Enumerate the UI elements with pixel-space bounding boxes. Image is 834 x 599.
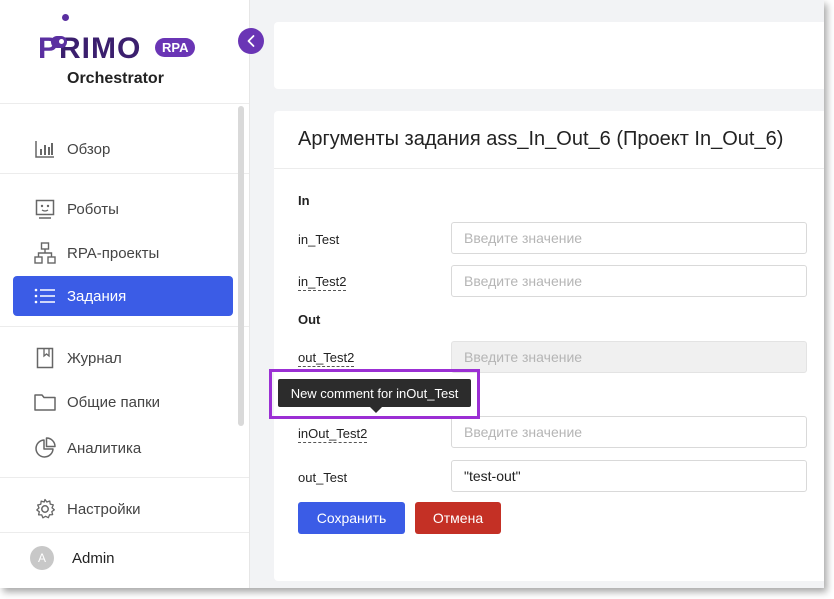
section-out-heading: Out <box>298 312 321 327</box>
robot-icon <box>33 197 57 221</box>
bar-chart-icon <box>33 137 57 161</box>
list-icon <box>33 284 57 308</box>
sidebar-item-label: Общие папки <box>67 393 161 411</box>
in-test-input[interactable] <box>451 222 807 254</box>
chevron-left-icon <box>247 35 255 47</box>
user-menu[interactable]: A Admin <box>30 546 115 570</box>
sidebar-item-analytics[interactable]: Аналитика <box>13 428 233 468</box>
sidebar-item-shared-folders[interactable]: Общие папки <box>13 382 233 422</box>
tooltip: New comment for inOut_Test <box>278 379 471 407</box>
inout-test2-input[interactable] <box>451 416 807 448</box>
user-name: Admin <box>72 549 115 567</box>
divider <box>0 173 249 174</box>
sidebar-item-label: Аналитика <box>67 439 142 457</box>
app-window: PRIMO RPA Orchestrator Обзор Роботы RPA-… <box>0 0 824 588</box>
header-card <box>274 22 824 89</box>
sidebar: PRIMO RPA Orchestrator Обзор Роботы RPA-… <box>0 0 250 588</box>
in-test2-input[interactable] <box>451 265 807 297</box>
cancel-button[interactable]: Отмена <box>415 502 501 534</box>
arg-label-out-test2[interactable]: out_Test2 <box>298 350 355 367</box>
sidebar-item-overview[interactable]: Обзор <box>13 129 233 169</box>
arg-label-in-test2[interactable]: in_Test2 <box>298 274 347 291</box>
logo-eye-icon <box>51 36 67 48</box>
sitemap-icon <box>33 241 57 265</box>
page-title: Аргументы задания ass_In_Out_6 (Проект I… <box>298 128 784 150</box>
arg-label-inout-test2[interactable]: inOut_Test2 <box>298 426 368 443</box>
logo-antenna <box>62 14 69 21</box>
tooltip-arrow <box>370 407 382 413</box>
collapse-sidebar-button[interactable] <box>238 28 264 54</box>
sidebar-item-label: Настройки <box>67 500 141 518</box>
save-button[interactable]: Сохранить <box>298 502 405 534</box>
task-arguments-card: Аргументы задания ass_In_Out_6 (Проект I… <box>274 111 824 581</box>
arg-label-in-test: in_Test <box>298 232 340 247</box>
sidebar-item-label: Обзор <box>67 140 111 158</box>
out-test2-input <box>451 341 807 373</box>
sidebar-item-rpa-projects[interactable]: RPA-проекты <box>13 233 233 273</box>
folder-icon <box>33 390 57 414</box>
sidebar-item-label: Задания <box>67 287 127 305</box>
pie-chart-icon <box>33 436 57 460</box>
divider <box>0 103 249 104</box>
arg-label-out-test: out_Test <box>298 470 348 485</box>
divider <box>274 168 824 169</box>
sidebar-item-tasks[interactable]: Задания <box>13 276 233 316</box>
logo-subtitle: Orchestrator <box>67 70 164 87</box>
avatar: A <box>30 546 54 570</box>
tooltip-highlight: New comment for inOut_Test <box>269 369 480 419</box>
sidebar-item-label: Журнал <box>67 349 122 367</box>
sidebar-item-robots[interactable]: Роботы <box>13 189 233 229</box>
out-test-input[interactable] <box>451 460 807 492</box>
sidebar-item-label: RPA-проекты <box>67 244 160 262</box>
divider <box>0 477 249 478</box>
sidebar-item-journal[interactable]: Журнал <box>13 338 233 378</box>
book-icon <box>33 346 57 370</box>
gear-icon <box>33 497 57 521</box>
sidebar-item-settings[interactable]: Настройки <box>13 489 233 529</box>
sidebar-scrollbar[interactable] <box>238 106 244 426</box>
logo-badge: RPA <box>155 38 196 57</box>
divider <box>0 532 249 533</box>
section-in-heading: In <box>298 193 310 208</box>
divider <box>0 326 249 327</box>
sidebar-item-label: Роботы <box>67 200 119 218</box>
logo: PRIMO RPA Orchestrator <box>38 14 208 94</box>
